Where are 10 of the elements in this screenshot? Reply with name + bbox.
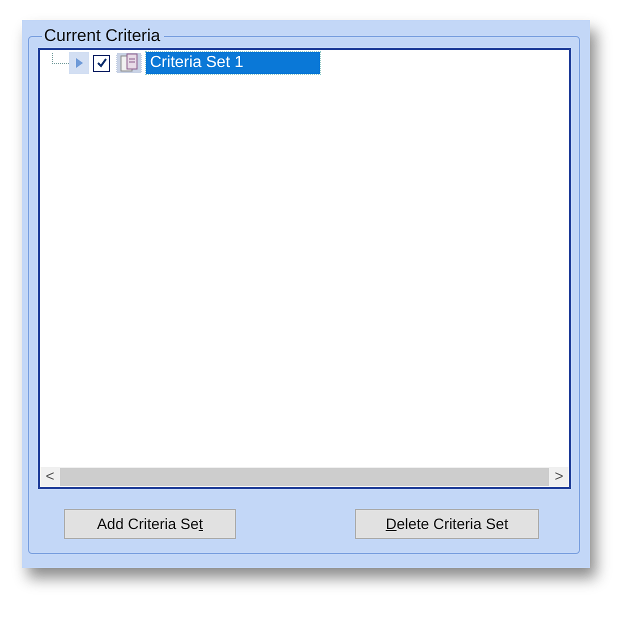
checkbox[interactable] <box>93 54 110 72</box>
tree-item[interactable]: Criteria Set 1 <box>146 52 320 74</box>
checkmark-icon <box>96 57 108 69</box>
add-criteria-set-button[interactable]: Add Criteria Set <box>64 509 236 539</box>
scroll-left-button[interactable]: < <box>40 467 60 487</box>
group-title: Current Criteria <box>43 26 162 46</box>
delete-criteria-set-button[interactable]: Delete Criteria Set <box>355 509 539 539</box>
scroll-right-button[interactable]: > <box>549 467 569 487</box>
documents-icon <box>116 53 142 73</box>
scrollbar-thumb[interactable] <box>60 468 549 486</box>
